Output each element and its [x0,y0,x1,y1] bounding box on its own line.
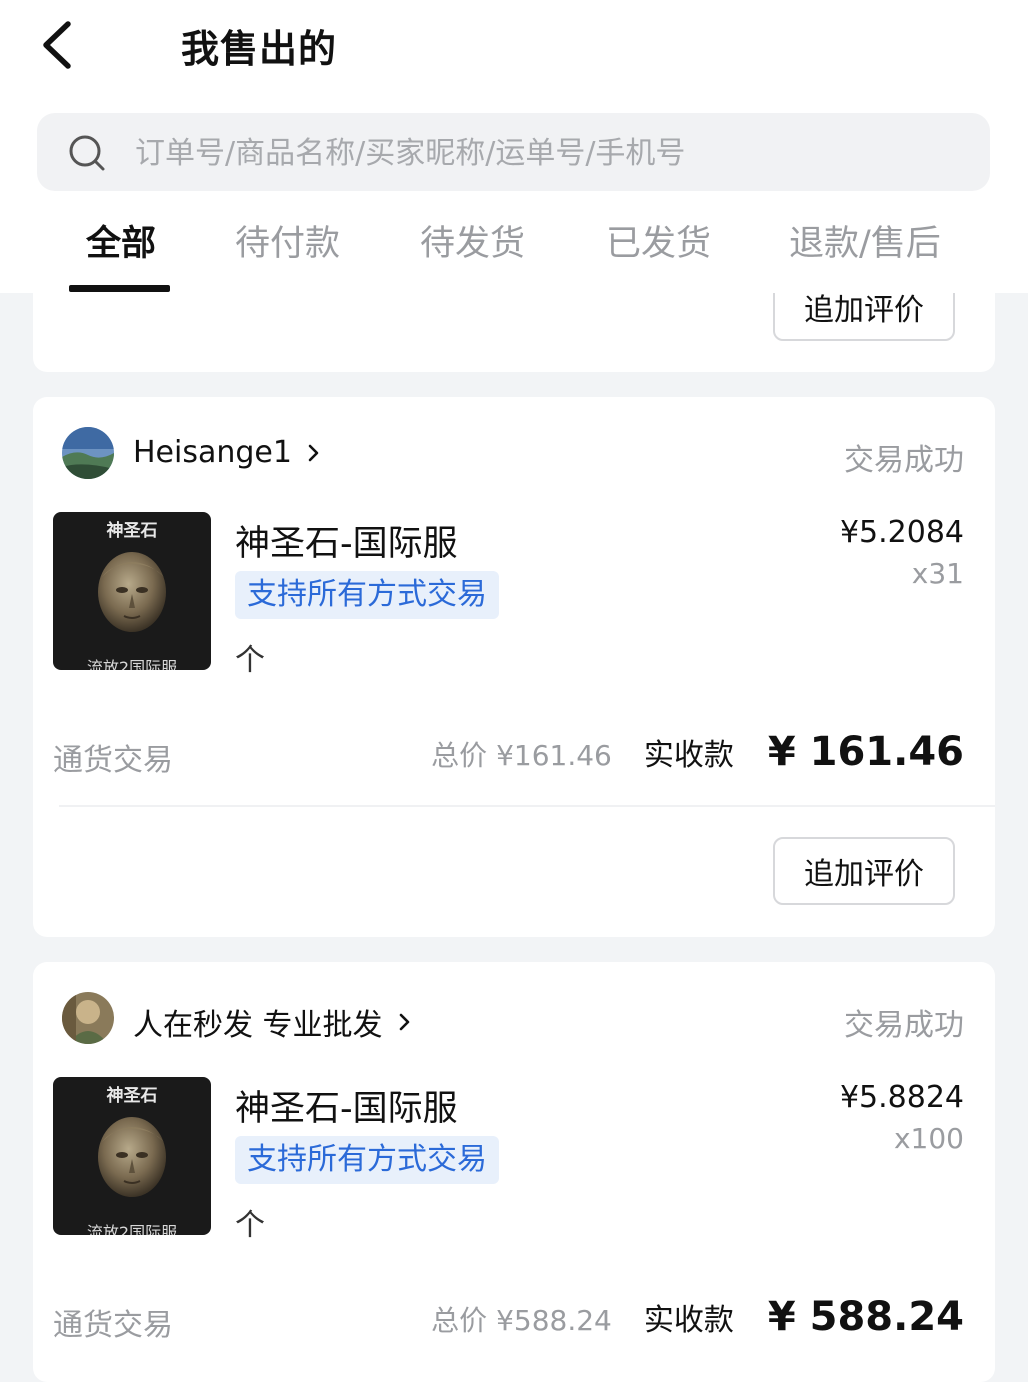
trade-method-badge: 支持所有方式交易 [235,1136,499,1184]
tab-refund-aftersale[interactable]: 退款/售后 [789,215,941,266]
tab-shipped[interactable]: 已发货 [606,215,711,266]
order-status: 交易成功 [844,1008,964,1043]
product-image[interactable]: 神圣石 流放2国际服 [53,512,211,670]
product-title[interactable]: 神圣石-国际服 [235,1080,458,1131]
add-review-button[interactable]: 追加评价 [773,837,955,905]
total-price: 总价 ¥588.24 [431,1304,612,1337]
order-status: 交易成功 [844,443,964,478]
chevron-left-icon [43,21,71,69]
search-icon [69,135,105,171]
divine-orb-icon [98,552,166,632]
order-card: Heisange1 交易成功 神圣石 流放2国际服 神圣石-国际服 支持所有方式… [33,397,995,937]
trade-type: 通货交易 [53,743,173,778]
search-input[interactable] [133,113,957,193]
quantity: x100 [893,1122,964,1155]
tab-all[interactable]: 全部 [86,215,156,266]
chevron-right-icon [399,1013,409,1031]
divider [59,805,995,807]
product-unit: 个 [235,1208,265,1243]
avatar[interactable] [62,427,114,479]
order-card: 人在秒发 专业批发 交易成功 神圣石 流放2国际服 神圣石-国际服 支持所有方式… [33,962,995,1382]
product-image-subcaption: 流放2国际服 [86,1223,178,1235]
order-total: 总价 ¥161.46 实收款 ¥ 161.46 [431,729,964,775]
seller-name: 人在秒发 专业批发 [133,1008,383,1043]
product-image-caption: 神圣石 [106,521,158,541]
total-price: 总价 ¥161.46 [431,739,612,772]
header: 我售出的 全部 待付款 待发货 已发货 退款/售后 [0,0,1028,293]
product-image[interactable]: 神圣石 流放2国际服 [53,1077,211,1235]
product-title[interactable]: 神圣石-国际服 [235,515,458,566]
seller-name: Heisange1 [133,435,292,470]
back-button[interactable] [36,18,86,72]
trade-type: 通货交易 [53,1308,173,1343]
received-amount: ¥ 588.24 [767,1294,964,1340]
seller-link[interactable]: 人在秒发 专业批发 [133,1000,413,1044]
quantity: x31 [911,557,964,590]
seller-link[interactable]: Heisange1 [133,435,322,470]
unit-price: ¥5.2084 [839,515,964,550]
order-total: 总价 ¥588.24 实收款 ¥ 588.24 [431,1294,964,1340]
unit-price: ¥5.8824 [839,1080,964,1115]
tab-pending-payment[interactable]: 待付款 [235,215,340,266]
page-title: 我售出的 [181,27,338,71]
product-image-subcaption: 流放2国际服 [86,658,178,670]
received-label: 实收款 [643,738,734,773]
chevron-right-icon [308,444,319,461]
product-unit: 个 [235,643,265,678]
product-image-caption: 神圣石 [106,1086,158,1106]
trade-method-badge: 支持所有方式交易 [235,571,499,619]
tab-bar: 全部 待付款 待发货 已发货 退款/售后 [0,205,1028,293]
received-amount: ¥ 161.46 [767,729,964,775]
divine-orb-icon [98,1117,166,1197]
tab-pending-shipment[interactable]: 待发货 [420,215,525,266]
search-bar[interactable] [37,113,990,193]
received-label: 实收款 [643,1303,734,1338]
avatar[interactable] [62,992,114,1044]
active-tab-indicator [69,285,170,292]
